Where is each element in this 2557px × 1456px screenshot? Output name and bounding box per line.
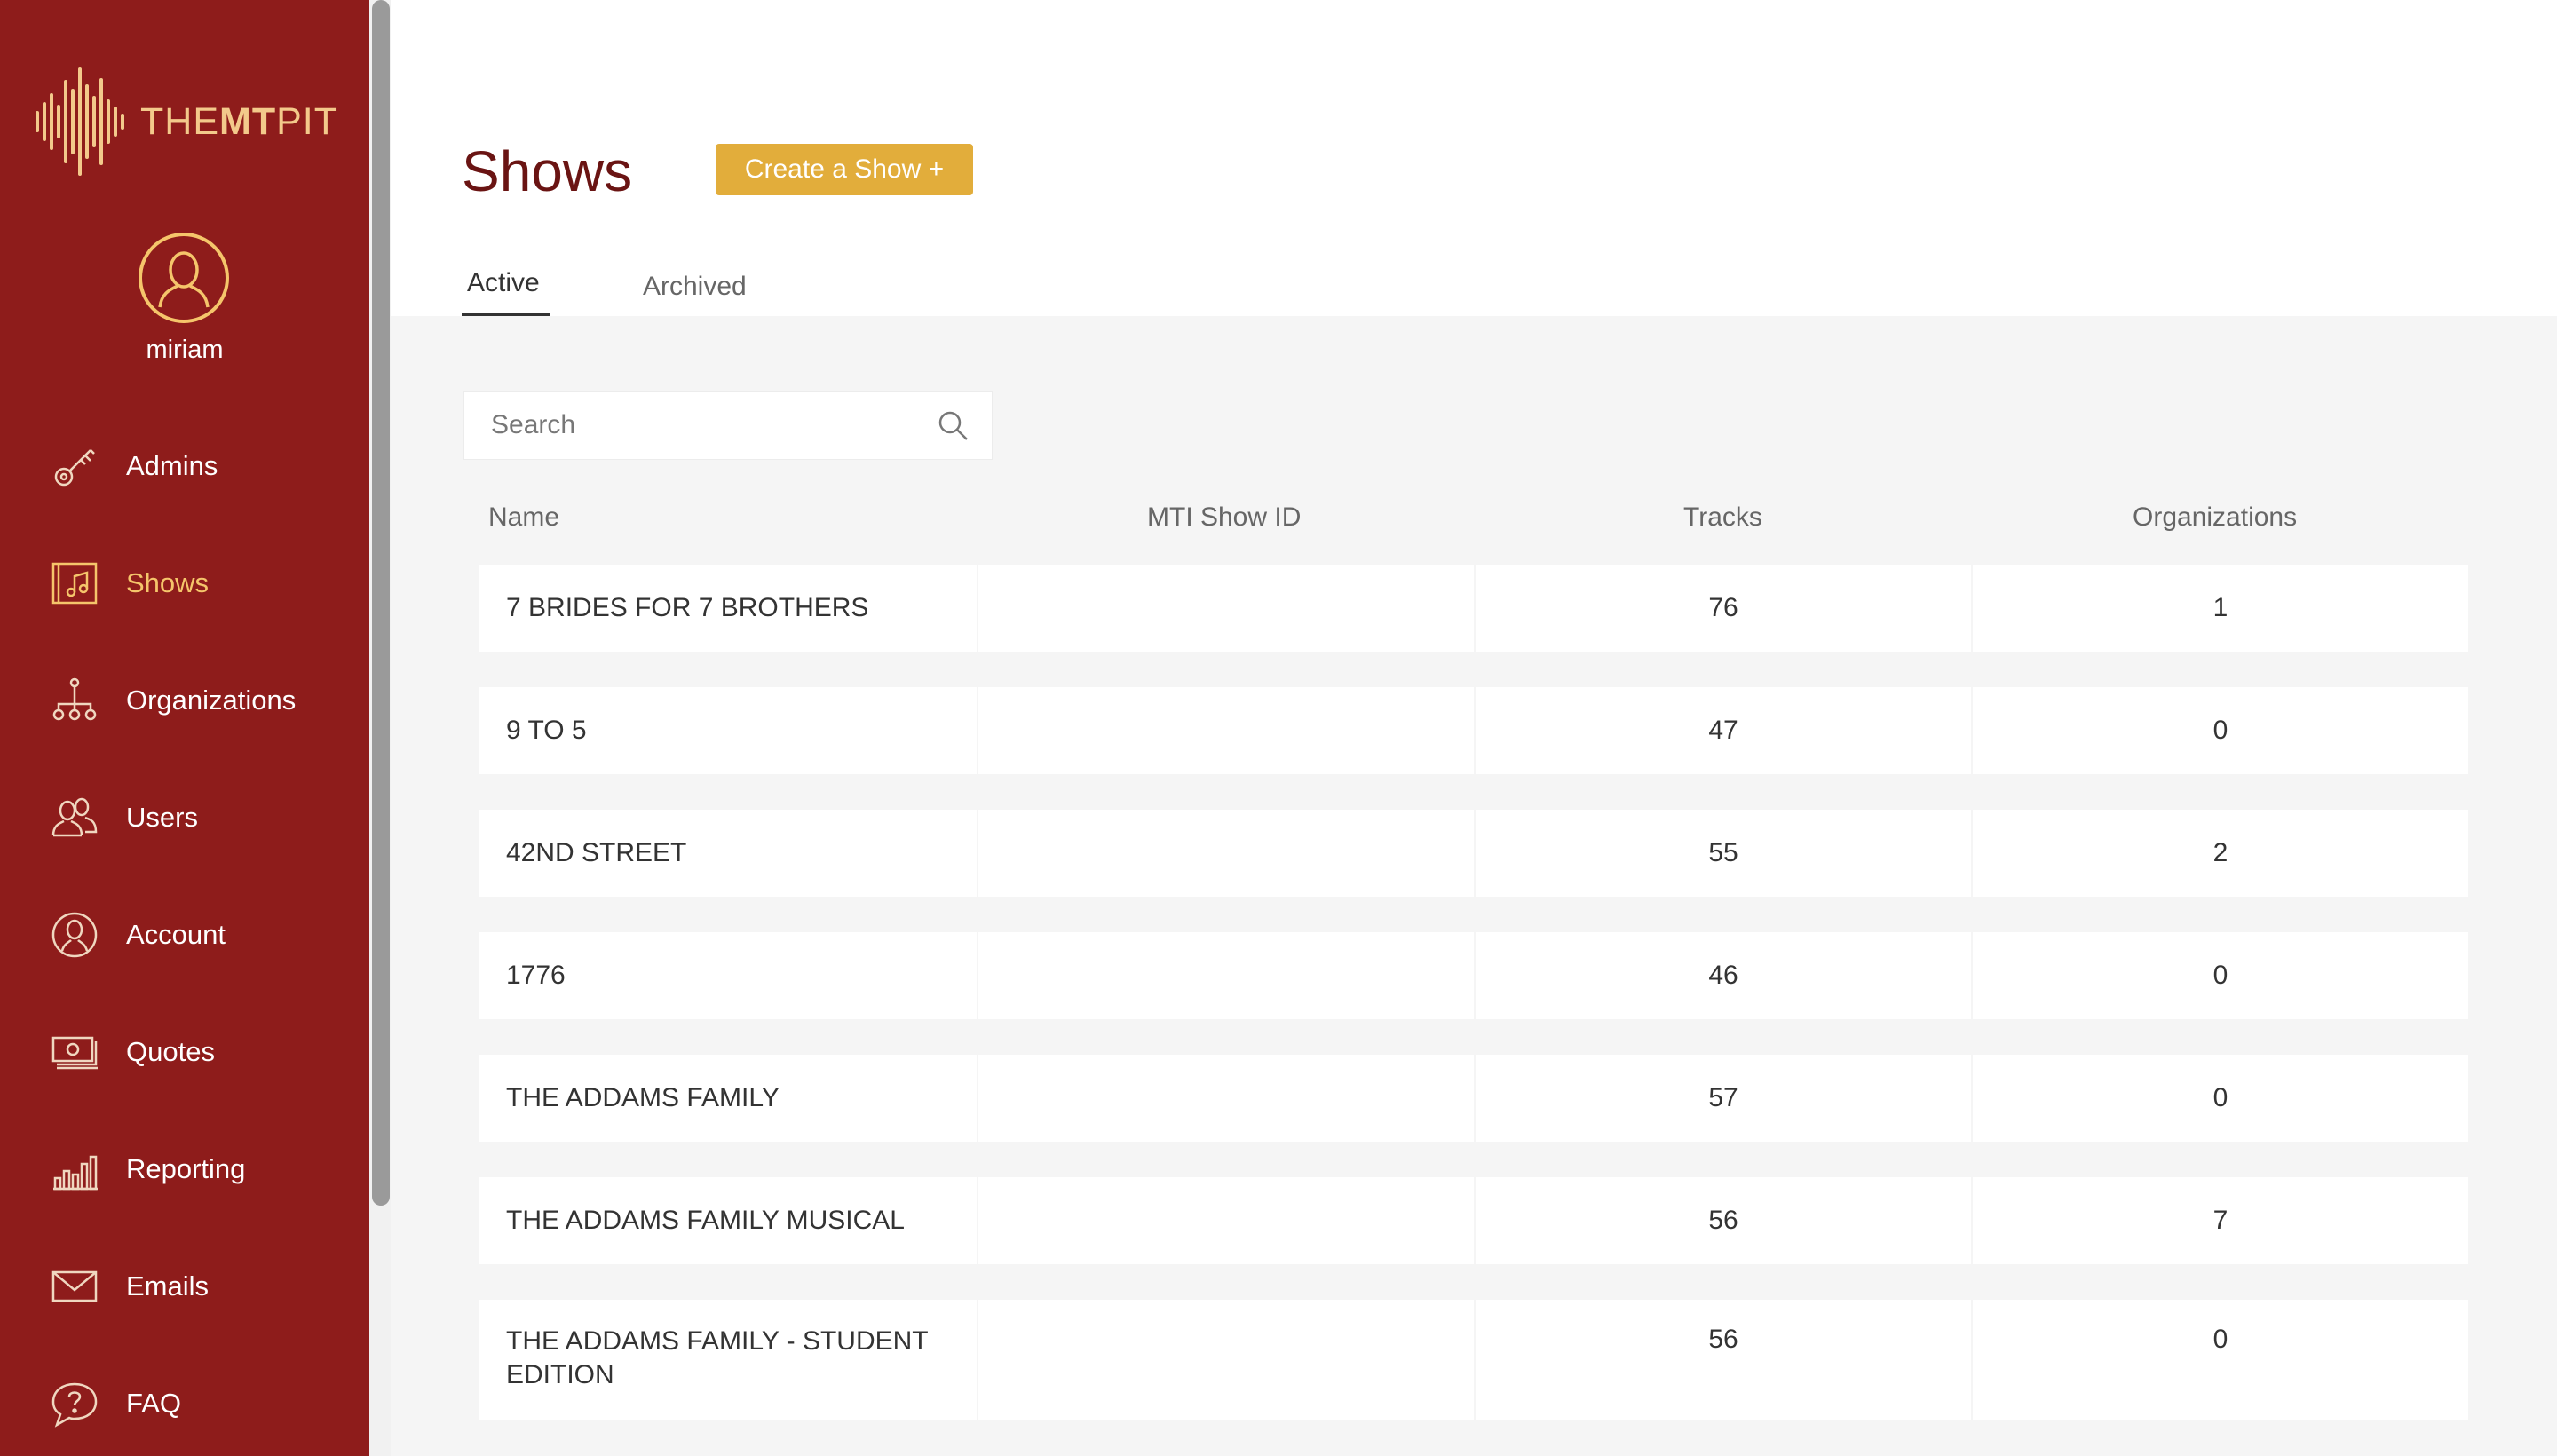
tracks-cell: 56 — [1474, 1177, 1971, 1264]
bar-chart-icon — [50, 1144, 99, 1194]
main-content: Shows Create a Show + Active Archived Na… — [391, 0, 2557, 1456]
organizations-cell: 0 — [1971, 1055, 2468, 1142]
tracks-cell: 46 — [1474, 932, 1971, 1019]
key-icon — [50, 441, 99, 491]
page-title: Shows — [462, 139, 633, 203]
shows-panel: Name MTI Show ID Tracks Organizations 7 … — [391, 316, 2557, 1456]
mti-show-id-cell — [977, 565, 1474, 652]
show-name-cell: 9 TO 5 — [506, 716, 587, 745]
mti-show-id-cell — [977, 810, 1474, 897]
table-row[interactable]: THE ADDAMS FAMILY - STUDENT EDITION 56 0 — [479, 1300, 2468, 1420]
sidebar-item-organizations[interactable]: Organizations — [0, 661, 369, 740]
sidebar-scrollbar-thumb[interactable] — [372, 0, 390, 1206]
tracks-cell: 56 — [1474, 1300, 1971, 1420]
column-header-name[interactable]: Name — [488, 502, 559, 533]
show-name-cell: THE ADDAMS FAMILY - STUDENT EDITION — [506, 1326, 929, 1389]
show-name-cell: 42ND STREET — [506, 838, 687, 867]
sidebar-item-users[interactable]: Users — [0, 778, 369, 858]
mti-show-id-cell — [977, 932, 1474, 1019]
mti-show-id-cell — [977, 687, 1474, 774]
table-row[interactable]: 42ND STREET 55 2 — [479, 810, 2468, 897]
column-header-organizations[interactable]: Organizations — [2133, 502, 2297, 533]
music-note-icon — [50, 558, 99, 608]
money-icon — [50, 1027, 99, 1077]
create-show-button[interactable]: Create a Show + — [716, 144, 973, 195]
search-box[interactable] — [463, 391, 993, 460]
sidebar-item-emails[interactable]: Emails — [0, 1246, 369, 1326]
show-name-cell: THE ADDAMS FAMILY — [506, 1083, 780, 1112]
column-header-tracks[interactable]: Tracks — [1683, 502, 1762, 533]
envelope-icon — [50, 1262, 99, 1311]
column-header-mti-show-id[interactable]: MTI Show ID — [1147, 502, 1301, 533]
sidebar-item-account[interactable]: Account — [0, 895, 369, 975]
user-avatar-icon — [158, 251, 210, 308]
organizations-cell: 1 — [1971, 565, 2468, 652]
tracks-cell: 57 — [1474, 1055, 1971, 1142]
organizations-cell: 0 — [1971, 932, 2468, 1019]
organizations-cell: 0 — [1971, 687, 2468, 774]
show-name-cell: THE ADDAMS FAMILY MUSICAL — [506, 1206, 905, 1235]
sidebar-item-quotes[interactable]: Quotes — [0, 1012, 369, 1092]
sidebar: THEMTPIT miriam Admins Shows Organizatio… — [0, 0, 369, 1456]
username: miriam — [146, 336, 224, 364]
tracks-cell: 47 — [1474, 687, 1971, 774]
show-name-cell: 1776 — [506, 961, 566, 990]
organizations-cell: 2 — [1971, 810, 2468, 897]
tracks-cell: 76 — [1474, 565, 1971, 652]
table-row[interactable]: 7 BRIDES FOR 7 BROTHERS 76 1 — [479, 565, 2468, 652]
logo-text: THEMTPIT — [140, 99, 338, 143]
tab-active[interactable]: Active — [467, 268, 540, 298]
table-row[interactable]: THE ADDAMS FAMILY 57 0 — [479, 1055, 2468, 1142]
question-bubble-icon — [50, 1379, 99, 1428]
sidebar-item-faq[interactable]: FAQ — [0, 1364, 369, 1444]
sidebar-item-admins[interactable]: Admins — [0, 426, 369, 506]
table-row[interactable]: 9 TO 5 47 0 — [479, 687, 2468, 774]
page-header: Shows Create a Show + Active Archived — [391, 0, 2557, 317]
search-input[interactable] — [464, 392, 926, 459]
table-row[interactable]: 1776 46 0 — [479, 932, 2468, 1019]
organizations-cell: 0 — [1971, 1300, 2468, 1420]
avatar[interactable] — [139, 233, 229, 323]
mti-show-id-cell — [977, 1300, 1474, 1420]
mti-show-id-cell — [977, 1177, 1474, 1264]
tracks-cell: 55 — [1474, 810, 1971, 897]
organizations-cell: 7 — [1971, 1177, 2468, 1264]
sidebar-item-shows[interactable]: Shows — [0, 543, 369, 623]
show-name-cell: 7 BRIDES FOR 7 BROTHERS — [506, 593, 869, 622]
tab-archived[interactable]: Archived — [643, 272, 747, 302]
search-icon[interactable] — [937, 409, 970, 443]
users-icon — [50, 793, 99, 843]
sidebar-item-reporting[interactable]: Reporting — [0, 1129, 369, 1209]
org-tree-icon — [50, 676, 99, 725]
mti-show-id-cell — [977, 1055, 1474, 1142]
table-row[interactable]: THE ADDAMS FAMILY MUSICAL 56 7 — [479, 1177, 2468, 1264]
soundwave-logo-icon — [36, 67, 124, 176]
app-logo[interactable]: THEMTPIT — [34, 64, 338, 179]
account-icon — [50, 910, 99, 960]
